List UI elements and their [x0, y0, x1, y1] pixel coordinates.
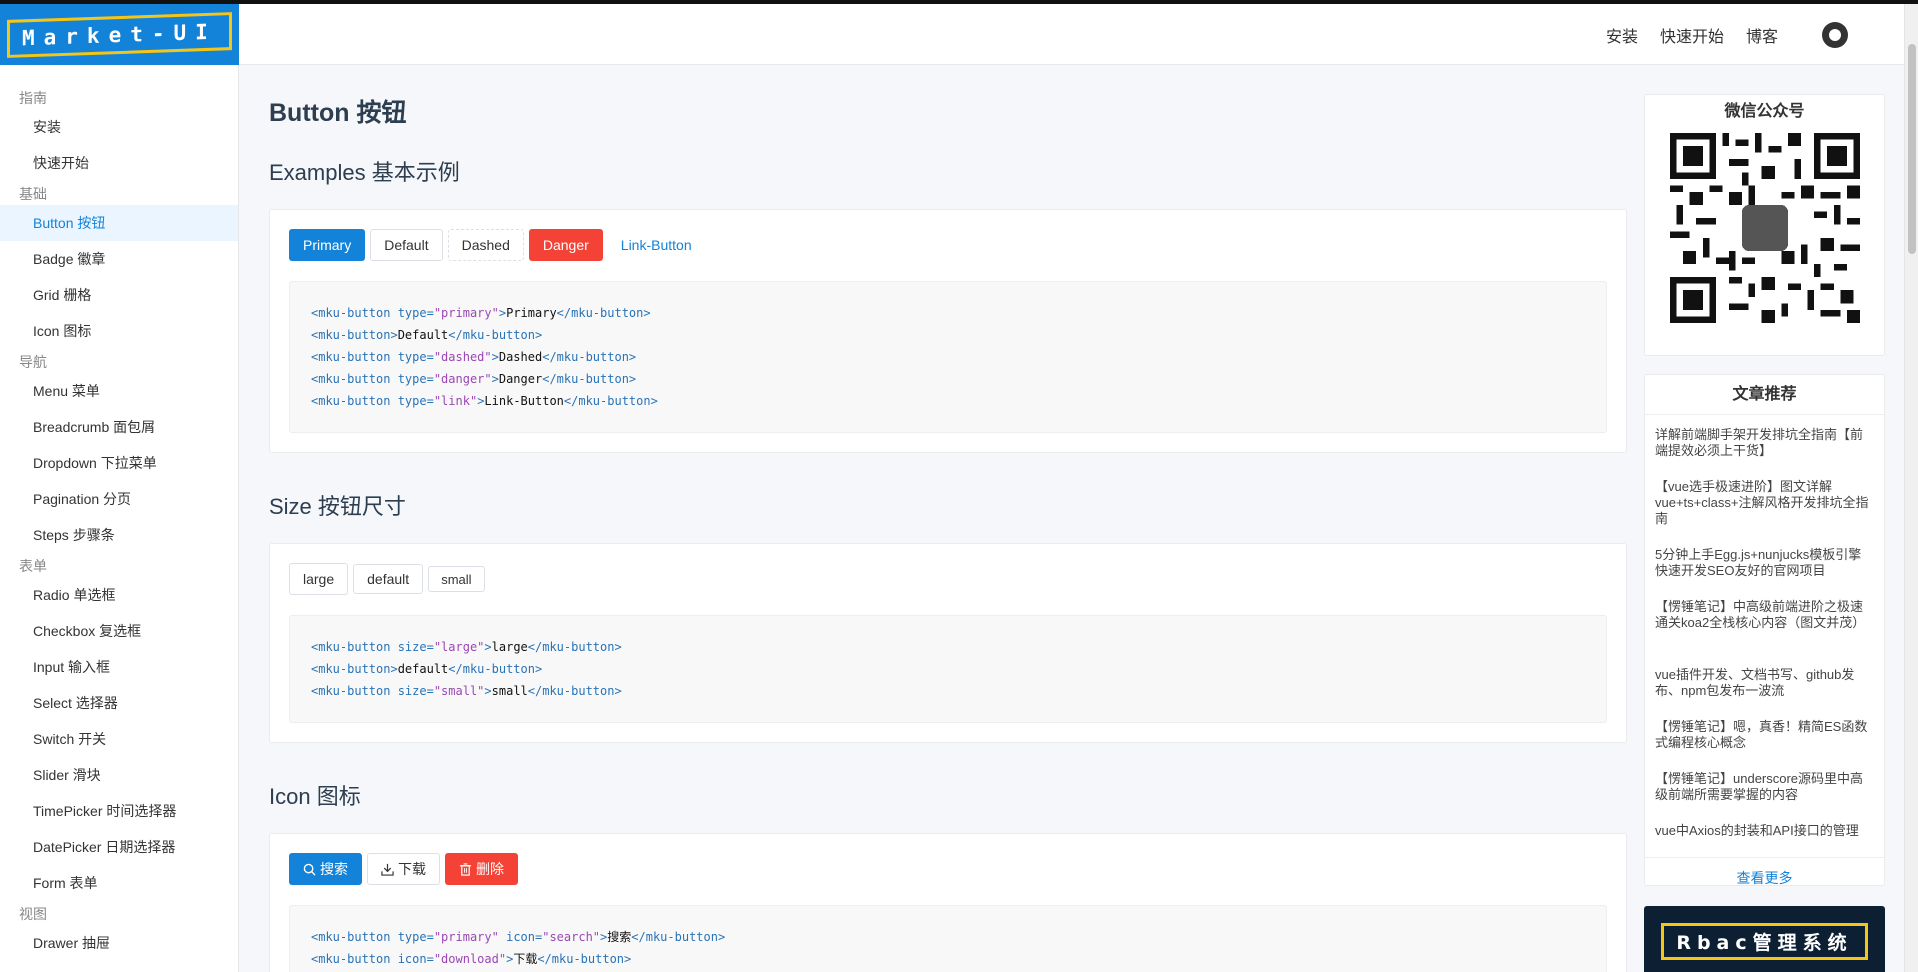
sidebar-group-basic: 基础 — [19, 186, 47, 202]
sidebar-item-grid[interactable]: Grid 栅格 — [0, 277, 238, 313]
sidebar-group-view: 视图 — [19, 906, 47, 922]
code-block-examples: <mku-button type="primary">Primary</mku-… — [289, 281, 1607, 433]
sidebar-item-icon[interactable]: Icon 图标 — [0, 313, 238, 349]
sidebar-item-switch[interactable]: Switch 开关 — [0, 721, 238, 757]
recommend-title: 文章推荐 — [1645, 375, 1884, 415]
section-title-examples: Examples 基本示例 — [269, 160, 460, 185]
top-nav: 安装 快速开始 博客 — [1606, 4, 1848, 65]
sidebar-item-breadcrumb[interactable]: Breadcrumb 面包屑 — [0, 409, 238, 445]
sidebar-item-form[interactable]: Form 表单 — [0, 865, 238, 901]
logo[interactable]: Market-UI — [0, 4, 239, 65]
examples-button-row: Primary Default Dashed Danger Link-Butto… — [289, 229, 1607, 261]
article-link[interactable]: 【vue选手极速进阶】图文详解vue+ts+class+注解风格开发排坑全指南 — [1645, 479, 1884, 531]
article-link[interactable]: 5分钟上手Egg.js+nunjucks模板引擎快速开发SEO友好的官网项目 — [1645, 547, 1884, 583]
rbac-frame: Rbac管理系统 — [1661, 922, 1868, 960]
page-title: Button 按钮 — [269, 99, 407, 127]
rbac-banner-text: Rbac管理系统 — [1676, 931, 1853, 954]
link-button[interactable]: Link-Button — [608, 229, 705, 261]
recommend-panel: 文章推荐 详解前端脚手架开发排坑全指南【前端提效必须上干货】 【vue选手极速进… — [1644, 374, 1885, 886]
right-aside: 微信公众号 文章推荐 详解前端脚手架开发排坑全指南【前端提效必须上干货】 【vu… — [1644, 94, 1885, 972]
sidebar-item-button[interactable]: Button 按钮 — [0, 205, 238, 241]
primary-button[interactable]: Primary — [289, 229, 366, 261]
small-button[interactable]: small — [428, 566, 485, 592]
sidebar-group-form: 表单 — [19, 558, 47, 574]
section-title-icon: Icon 图标 — [269, 784, 361, 809]
search-button[interactable]: 搜索 — [289, 853, 362, 885]
download-icon — [381, 863, 394, 876]
wechat-title: 微信公众号 — [1724, 103, 1805, 120]
article-link[interactable]: 详解前端脚手架开发排坑全指南【前端提效必须上干货】 — [1645, 427, 1884, 463]
section-title-size: Size 按钮尺寸 — [269, 494, 406, 519]
delete-button-label: 删除 — [476, 861, 504, 877]
sidebar-item-datepicker[interactable]: DatePicker 日期选择器 — [0, 829, 238, 865]
article-link[interactable]: 【愣锤笔记】underscore源码里中高级前端所需要掌握的内容 — [1645, 771, 1884, 807]
sidebar-item-timepicker[interactable]: TimePicker 时间选择器 — [0, 793, 238, 829]
header: Market-UI 安装 快速开始 博客 — [0, 4, 1918, 65]
sidebar-item-steps[interactable]: Steps 步骤条 — [0, 517, 238, 553]
sidebar-item-install[interactable]: 安装 — [0, 109, 238, 145]
delete-icon — [459, 862, 472, 876]
sidebar-item-select[interactable]: Select 选择器 — [0, 685, 238, 721]
sidebar-item-badge[interactable]: Badge 徽章 — [0, 241, 238, 277]
search-button-label: 搜索 — [320, 861, 348, 877]
article-link[interactable]: vue插件开发、文档书写、github发布、npm包发布一波流 — [1645, 667, 1884, 703]
icon-card: 搜索 下载 删除 <mku-button type="primary" icon… — [269, 833, 1627, 972]
nav-install-link[interactable]: 安装 — [1606, 23, 1638, 47]
logo-text: Market-UI — [22, 19, 217, 50]
github-icon[interactable] — [1822, 21, 1848, 48]
sidebar-item-slider[interactable]: Slider 滑块 — [0, 757, 238, 793]
download-button-label: 下载 — [398, 861, 426, 877]
main-content: Button 按钮 Examples 基本示例 Primary Default … — [269, 65, 1627, 972]
wechat-panel: 微信公众号 — [1644, 94, 1885, 356]
danger-button[interactable]: Danger — [528, 229, 603, 261]
size-card: large default small <mku-button size="la… — [269, 543, 1627, 743]
sidebar-item-quickstart[interactable]: 快速开始 — [0, 145, 238, 181]
dashed-button[interactable]: Dashed — [447, 229, 524, 261]
sidebar-item-dropdown[interactable]: Dropdown 下拉菜单 — [0, 445, 238, 481]
view-more-link[interactable]: 查看更多 — [1645, 857, 1884, 897]
article-link[interactable]: vue中Axios的封装和API接口的管理 — [1645, 823, 1884, 841]
delete-button[interactable]: 删除 — [445, 853, 518, 885]
examples-card: Primary Default Dashed Danger Link-Butto… — [269, 209, 1627, 453]
sidebar-item-radio[interactable]: Radio 单选框 — [0, 577, 238, 613]
article-link[interactable]: 【愣锤笔记】嗯，真香！精简ES函数式编程核心概念 — [1645, 719, 1884, 755]
sidebar-group-guide: 指南 — [19, 90, 47, 106]
nav-quickstart-link[interactable]: 快速开始 — [1660, 23, 1724, 47]
page-scrollbar[interactable] — [1904, 4, 1918, 972]
rbac-banner[interactable]: Rbac管理系统 — [1644, 906, 1885, 972]
sidebar-item-checkbox[interactable]: Checkbox 复选框 — [0, 613, 238, 649]
sidebar-item-drawer[interactable]: Drawer 抽屉 — [0, 925, 238, 961]
code-block-icon: <mku-button type="primary" icon="search"… — [289, 905, 1607, 972]
search-icon — [303, 863, 316, 876]
download-button[interactable]: 下载 — [367, 853, 440, 885]
article-link[interactable]: 【愣锤笔记】中高级前端进阶之极速通关koa2全栈核心内容（图文并茂） — [1645, 599, 1884, 651]
sidebar-item-pagination[interactable]: Pagination 分页 — [0, 481, 238, 517]
logo-frame: Market-UI — [7, 11, 232, 58]
sidebar: 指南 安装 快速开始 基础 Button 按钮 Badge 徽章 Grid 栅格… — [0, 65, 239, 972]
sidebar-item-input[interactable]: Input 输入框 — [0, 649, 238, 685]
sidebar-item-menu[interactable]: Menu 菜单 — [0, 373, 238, 409]
sidebar-group-nav: 导航 — [19, 354, 47, 370]
code-block-size: <mku-button size="large">large</mku-butt… — [289, 615, 1607, 723]
default-size-button[interactable]: default — [353, 564, 424, 594]
qr-code-icon — [1669, 133, 1860, 323]
default-button[interactable]: Default — [370, 229, 443, 261]
nav-blog-link[interactable]: 博客 — [1746, 23, 1778, 47]
scrollbar-thumb[interactable] — [1908, 44, 1916, 254]
size-button-row: large default small — [289, 563, 1607, 595]
large-button[interactable]: large — [289, 563, 349, 595]
icon-button-row: 搜索 下载 删除 — [289, 853, 1607, 885]
